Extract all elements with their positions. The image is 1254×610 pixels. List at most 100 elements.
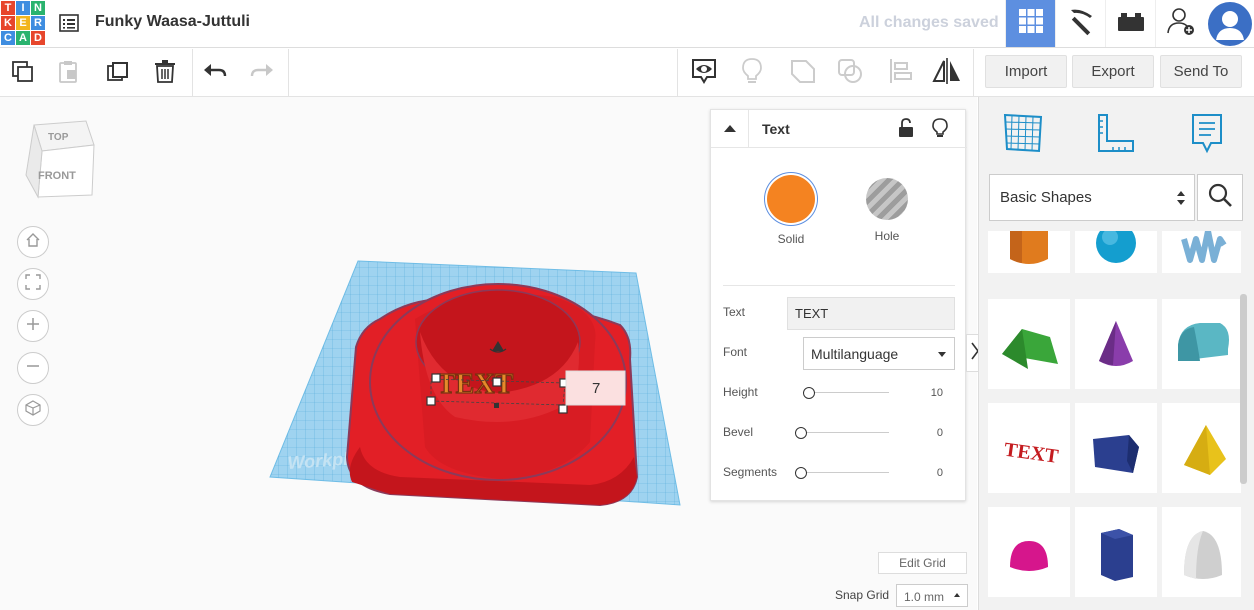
slider-knob[interactable] (803, 387, 815, 399)
redo-icon (249, 58, 275, 89)
notes-view-button[interactable] (688, 57, 720, 89)
tinkercad-logo[interactable]: T I N K E R C A D (0, 0, 45, 46)
trash-icon (152, 58, 178, 89)
logo-letter: T (1, 1, 15, 15)
font-select[interactable]: Multilanguage (803, 337, 955, 370)
inspector-collapse-button[interactable] (711, 110, 749, 148)
logo-letter: I (16, 1, 30, 15)
workplane-tool-button[interactable] (1001, 111, 1045, 155)
shape-pyramid[interactable] (1162, 403, 1241, 493)
copy-button[interactable] (6, 57, 38, 89)
bricks-view-button[interactable] (1105, 0, 1155, 47)
shape-half-sphere[interactable] (988, 507, 1070, 597)
updown-arrows-icon (1176, 189, 1186, 211)
edit-toolbar: Import Export Send To (0, 49, 1254, 97)
height-property-label: Height (723, 385, 758, 399)
chevron-up-icon (723, 120, 737, 138)
hole-swatch (866, 178, 908, 220)
perspective-button[interactable] (17, 394, 49, 426)
shape-round-roof[interactable] (1162, 299, 1241, 389)
chevron-down-icon (938, 352, 946, 357)
inspector-header: Text (711, 110, 967, 148)
mirror-button[interactable] (931, 57, 963, 89)
library-scrollbar[interactable] (1240, 294, 1247, 484)
shape-search-button[interactable] (1197, 174, 1243, 221)
resize-handle (492, 377, 502, 387)
search-icon (1207, 182, 1233, 213)
ruler-icon (1093, 114, 1137, 159)
paste-button[interactable] (52, 57, 84, 89)
shape-prism[interactable] (1075, 403, 1157, 493)
hole-option[interactable]: Hole (847, 175, 927, 243)
solid-swatch (767, 175, 815, 223)
group-button[interactable] (787, 57, 819, 89)
slider-knob[interactable] (795, 467, 807, 479)
shape-cylinder[interactable] (988, 231, 1070, 273)
design-list-icon[interactable] (58, 12, 80, 34)
height-value: 10 (930, 387, 943, 399)
shape-sphere[interactable] (1075, 231, 1157, 273)
copy-icon (9, 58, 35, 89)
shape-roof[interactable] (988, 299, 1070, 389)
shape-hexagonal-prism[interactable] (1075, 507, 1157, 597)
redo-button[interactable] (246, 57, 278, 89)
undo-button[interactable] (199, 57, 231, 89)
align-icon (887, 57, 913, 90)
text-input[interactable]: TEXT (787, 297, 955, 330)
logo-letter: E (16, 16, 30, 30)
resize-handle (558, 404, 568, 414)
hint-button[interactable] (736, 57, 768, 89)
import-button[interactable]: Import (985, 55, 1067, 88)
bevel-slider[interactable] (795, 426, 889, 440)
fit-view-icon (25, 273, 41, 295)
edit-grid-button[interactable]: Edit Grid (878, 552, 967, 574)
snap-grid-select[interactable]: 1.0 mm (896, 584, 968, 607)
align-button[interactable] (884, 57, 916, 89)
zoom-in-button[interactable] (17, 310, 49, 342)
invite-user-button[interactable] (1155, 0, 1205, 47)
mirror-icon (931, 57, 963, 90)
ruler-tool-button[interactable] (1093, 111, 1137, 155)
delete-button[interactable] (149, 57, 181, 89)
dimension-value: 7 (592, 380, 600, 397)
3d-view-button[interactable] (1005, 0, 1055, 47)
export-button[interactable]: Export (1072, 55, 1154, 88)
top-bar: T I N K E R C A D Funky Waasa-Juttuli Al… (0, 0, 1254, 48)
shape-category-value: Basic Shapes (1000, 189, 1092, 206)
shape-grid: TEXT (979, 231, 1241, 610)
lock-icon[interactable] (897, 118, 915, 138)
segments-slider[interactable] (795, 466, 889, 480)
notes-tool-button[interactable] (1185, 111, 1229, 155)
design-title[interactable]: Funky Waasa-Juttuli (95, 13, 250, 31)
solid-option[interactable]: Solid (751, 175, 831, 246)
zoom-in-icon (25, 316, 41, 337)
logo-letter: D (31, 31, 45, 45)
bevel-value: 0 (936, 427, 943, 439)
view-cube[interactable]: TOP FRONT (24, 117, 96, 203)
viewcube-front: FRONT (38, 170, 76, 182)
home-view-button[interactable] (17, 226, 49, 258)
shape-category-select[interactable]: Basic Shapes (989, 174, 1195, 221)
workplane-area[interactable]: Workplane TEXT 7 TOP FRONT Text Solid Ho… (0, 97, 984, 610)
duplicate-button[interactable] (102, 57, 134, 89)
logo-letter: N (31, 1, 45, 15)
height-slider[interactable] (803, 386, 889, 400)
shape-cone[interactable] (1075, 299, 1157, 389)
ungroup-icon (836, 57, 864, 90)
solid-label: Solid (777, 232, 805, 246)
zoom-out-button[interactable] (17, 352, 49, 384)
ungroup-button[interactable] (834, 57, 866, 89)
undo-icon (202, 58, 228, 89)
avatar[interactable] (1206, 0, 1254, 47)
slider-knob[interactable] (795, 427, 807, 439)
shape-paraboloid[interactable] (1162, 507, 1241, 597)
send-to-button[interactable]: Send To (1160, 55, 1242, 88)
blocks-view-button[interactable] (1055, 0, 1105, 47)
shape-scribble[interactable] (1162, 231, 1241, 273)
shape-text-label: TEXT (1003, 439, 1061, 468)
fit-view-button[interactable] (17, 268, 49, 300)
home-icon (25, 232, 41, 253)
workplane-icon (1001, 113, 1045, 159)
light-bulb-icon[interactable] (931, 117, 949, 139)
shape-text[interactable]: TEXT (988, 403, 1070, 493)
